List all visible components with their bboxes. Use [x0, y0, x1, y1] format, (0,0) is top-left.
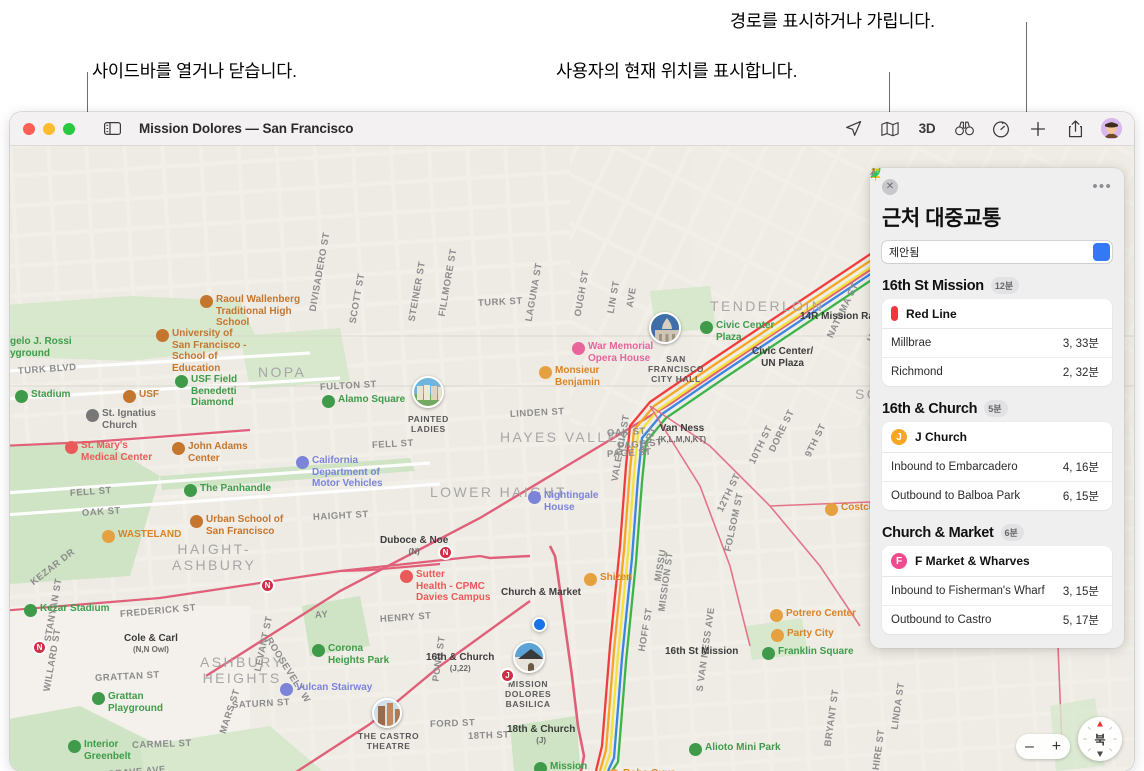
- transit-stop-header: Church & Market 6분: [870, 168, 1112, 541]
- close-window-button[interactable]: [23, 122, 35, 135]
- map-canvas[interactable]: NOPAHAYES VALLEYLOWER HAIGHTTENDERLOINSO…: [10, 146, 1134, 771]
- zoom-in-button[interactable]: +: [1052, 738, 1061, 756]
- location-arrow-icon[interactable]: [842, 118, 864, 140]
- current-location-dot: [532, 617, 547, 632]
- transit-destination-row[interactable]: Outbound to Castro 5, 17분: [870, 168, 1112, 634]
- transit-node-n-cole[interactable]: N: [32, 640, 47, 655]
- destination-name: Millbrae: [891, 337, 932, 349]
- callout-transit-leader: [1026, 22, 1027, 124]
- panel-title: 근처 대중교통: [882, 207, 1001, 230]
- walk-time-value: 5분: [988, 404, 1002, 414]
- transit-destination-row[interactable]: Richmond 2, 32분: [870, 168, 1112, 386]
- callout-sidebar: 사이드바를 열거나 닫습니다.: [92, 61, 297, 81]
- destination-time: 6, 15분: [1062, 491, 1099, 503]
- three-d-icon[interactable]: 3D: [916, 118, 938, 140]
- transit-destination-row[interactable]: Millbrae 3, 33분: [870, 168, 1112, 358]
- destination-time: 3, 15분: [1062, 586, 1099, 598]
- title-bar: Mission Dolores — San Francisco 3D: [10, 112, 1134, 146]
- walk-time-badge: 5분: [870, 168, 1008, 417]
- painted-ladies-marker[interactable]: [412, 376, 444, 408]
- castro-theatre-marker[interactable]: [372, 698, 402, 728]
- callout-location: 사용자의 현재 위치를 표시합니다.: [556, 61, 798, 81]
- transit-stop-header: 16th St Mission 12분: [870, 168, 1112, 294]
- callout-transit: 경로를 표시하거나 가립니다.: [730, 11, 935, 31]
- zoom-out-button[interactable]: –: [1025, 738, 1034, 756]
- transit-line-badge-icon: J: [891, 429, 907, 445]
- transit-stop-name: Church & Market: [882, 524, 994, 541]
- transit-line-row[interactable]: Red Line: [870, 168, 1112, 329]
- transit-stop-name: 16th & Church: [882, 400, 978, 417]
- compass-control[interactable]: 북: [1078, 717, 1122, 761]
- walk-time-badge: 6분: [870, 168, 1024, 541]
- transit-node-j-church[interactable]: J: [500, 668, 515, 683]
- binoculars-icon[interactable]: [953, 118, 975, 140]
- transit-line-name: J Church: [915, 430, 968, 444]
- transit-destination-row[interactable]: Inbound to Embarcadero 4, 16분: [870, 168, 1112, 482]
- transit-clock-icon[interactable]: [990, 118, 1012, 140]
- chevron-updown-icon[interactable]: [871, 169, 1110, 261]
- share-icon[interactable]: [1064, 118, 1086, 140]
- sidebar-toggle-icon[interactable]: [103, 121, 122, 136]
- maps-window: Mission Dolores — San Francisco 3D NOPA …: [10, 112, 1134, 771]
- mission-dolores-basilica-marker[interactable]: [513, 641, 545, 673]
- page-title: Mission Dolores — San Francisco: [139, 121, 354, 136]
- transit-line-row[interactable]: F F Market & Wharves: [882, 546, 1112, 577]
- panel-header: ✕ •••: [882, 178, 1112, 196]
- destination-name: Inbound to Fisherman's Wharf: [891, 585, 1045, 597]
- traffic-light-group: [23, 122, 75, 135]
- minimize-window-button[interactable]: [43, 122, 55, 135]
- destination-name: Richmond: [891, 366, 943, 378]
- plus-icon[interactable]: [1027, 118, 1049, 140]
- destination-time: 5, 17분: [1062, 615, 1099, 627]
- destination-name: Inbound to Embarcadero: [891, 461, 1018, 473]
- walk-time-value: 12분: [994, 281, 1014, 291]
- close-icon[interactable]: ✕: [882, 179, 898, 195]
- transit-line-card: FF Market & Wharves Inbound to Fisherman'…: [870, 168, 1112, 634]
- transit-line-badge-icon: [891, 306, 898, 321]
- transit-line-badge-icon: F: [891, 553, 907, 569]
- destination-time: 4, 16분: [1062, 462, 1099, 474]
- transit-node-n-frederick[interactable]: N: [260, 578, 275, 593]
- destination-time: 2, 32분: [1062, 367, 1099, 379]
- toolbar: 3D: [842, 118, 1122, 140]
- zoom-controls[interactable]: – +: [1016, 734, 1070, 759]
- transit-line-name: Red Line: [906, 306, 957, 321]
- destination-name: Outbound to Balboa Park: [891, 490, 1021, 502]
- transit-line-name: F Market & Wharves: [915, 554, 1030, 568]
- walk-time-badge: 12분: [870, 168, 1020, 294]
- destination-name: Outbound to Castro: [891, 614, 992, 626]
- transit-node-n-duboce[interactable]: N: [438, 545, 453, 560]
- destination-time: 3, 33분: [1062, 338, 1099, 350]
- nearby-transit-panel: ✕ ••• 근처 대중교통 제안됨 16th St Mission 12분 Red …: [870, 168, 1124, 648]
- walk-time-value: 6분: [1004, 528, 1018, 538]
- transit-line-row[interactable]: J J Church: [882, 422, 1112, 453]
- zoom-window-button[interactable]: [63, 122, 75, 135]
- transit-line-card: Red Line Millbrae 3, 33분 Richmond 2, 32분: [870, 168, 1112, 386]
- suggestion-select[interactable]: 제안됨: [871, 169, 1112, 263]
- transit-destination-row[interactable]: Inbound to Fisherman's Wharf 3, 15분: [870, 168, 1112, 606]
- transit-destination-row[interactable]: Outbound to Balboa Park 6, 15분: [870, 168, 1112, 510]
- transit-stop-name: 16th St Mission: [882, 277, 984, 294]
- map-book-icon[interactable]: [879, 118, 901, 140]
- transit-line-card: JJ Church Inbound to Embarcadero 4, 16분 Out…: [870, 168, 1112, 510]
- more-options-icon[interactable]: •••: [1092, 179, 1112, 194]
- city-hall-marker[interactable]: [649, 312, 681, 344]
- avatar[interactable]: [1101, 118, 1122, 139]
- transit-stops-list: 16th St Mission 12분 Red Line Millbrae 3, 33분…: [870, 168, 1112, 634]
- suggestion-select-value: 제안됨: [889, 247, 920, 259]
- transit-stop-header: 16th & Church 5분: [870, 168, 1112, 417]
